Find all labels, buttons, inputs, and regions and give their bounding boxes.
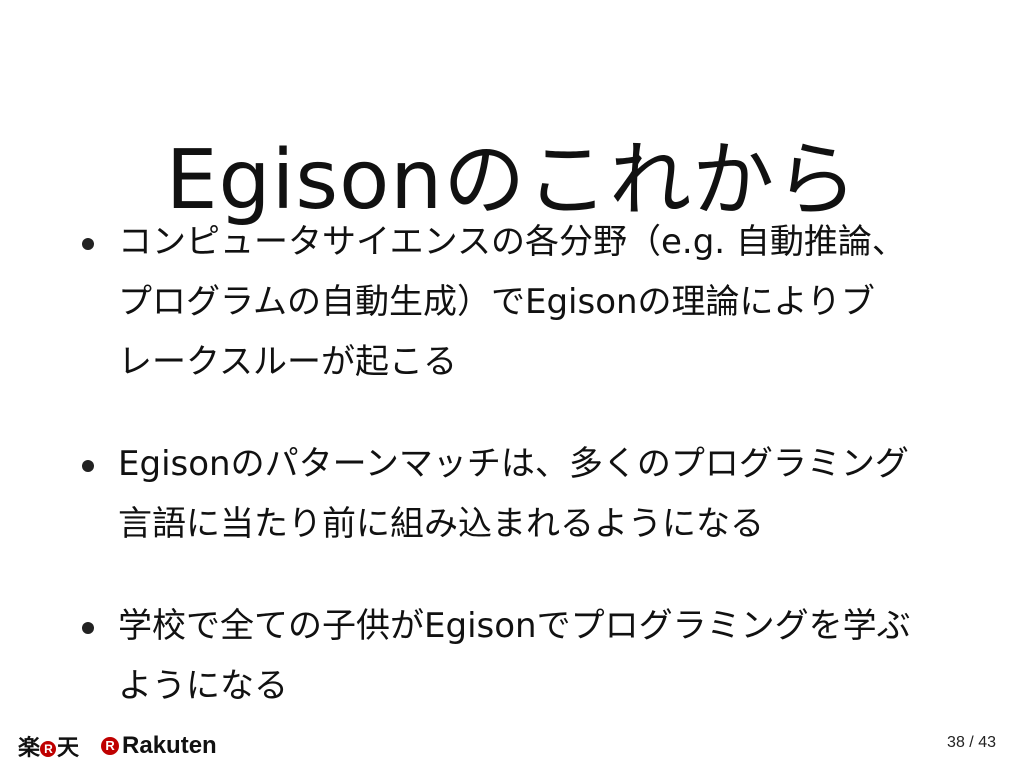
logo-en-text: Rakuten xyxy=(122,732,217,759)
bullet-item: Egisonのパターンマッチは、多くのプログラミング 言語に当たり前に組み込まれ… xyxy=(78,434,958,554)
bullet-line: コンピュータサイエンスの各分野（e.g. 自動推論、 xyxy=(118,222,906,262)
logo-jp-right: 天 xyxy=(57,736,79,761)
rakuten-logo-jp: 楽R天 xyxy=(18,730,79,762)
bullet-line: 言語に当たり前に組み込まれるようになる xyxy=(118,504,764,544)
rakuten-logo: 楽R天 R Rakuten xyxy=(18,730,217,762)
logo-jp-left: 楽 xyxy=(18,736,40,761)
page-current: 38 xyxy=(947,734,965,751)
bullet-item: 学校で全ての子供がEgisonでプログラミングを学ぶ ようになる xyxy=(78,596,958,716)
rakuten-logo-en: R Rakuten xyxy=(100,732,217,760)
bullet-line: レークスルーが起こる xyxy=(118,342,457,382)
bullet-line: Egisonのパターンマッチは、多くのプログラミング xyxy=(118,444,909,484)
bullet-item: コンピュータサイエンスの各分野（e.g. 自動推論、 プログラムの自動生成）でE… xyxy=(78,212,958,392)
bullet-line: 学校で全ての子供がEgisonでプログラミングを学ぶ xyxy=(118,606,911,646)
bullet-list: コンピュータサイエンスの各分野（e.g. 自動推論、 プログラムの自動生成）でE… xyxy=(78,212,958,716)
bullet-dot-icon xyxy=(82,622,94,634)
slide: Egisonのこれから コンピュータサイエンスの各分野（e.g. 自動推論、 プ… xyxy=(0,0,1024,768)
page-total: 43 xyxy=(978,734,996,751)
logo-r-circle-icon: R xyxy=(40,741,57,757)
bullet-dot-icon xyxy=(82,460,94,472)
bullet-line: プログラムの自動生成）でEgisonの理論によりブ xyxy=(118,282,875,322)
page-number: 38 / 43 xyxy=(947,734,996,752)
bullet-line: ようになる xyxy=(118,666,288,706)
logo-r-mark-icon: R xyxy=(101,737,120,755)
page-separator: / xyxy=(969,734,974,751)
bullet-dot-icon xyxy=(82,238,94,250)
